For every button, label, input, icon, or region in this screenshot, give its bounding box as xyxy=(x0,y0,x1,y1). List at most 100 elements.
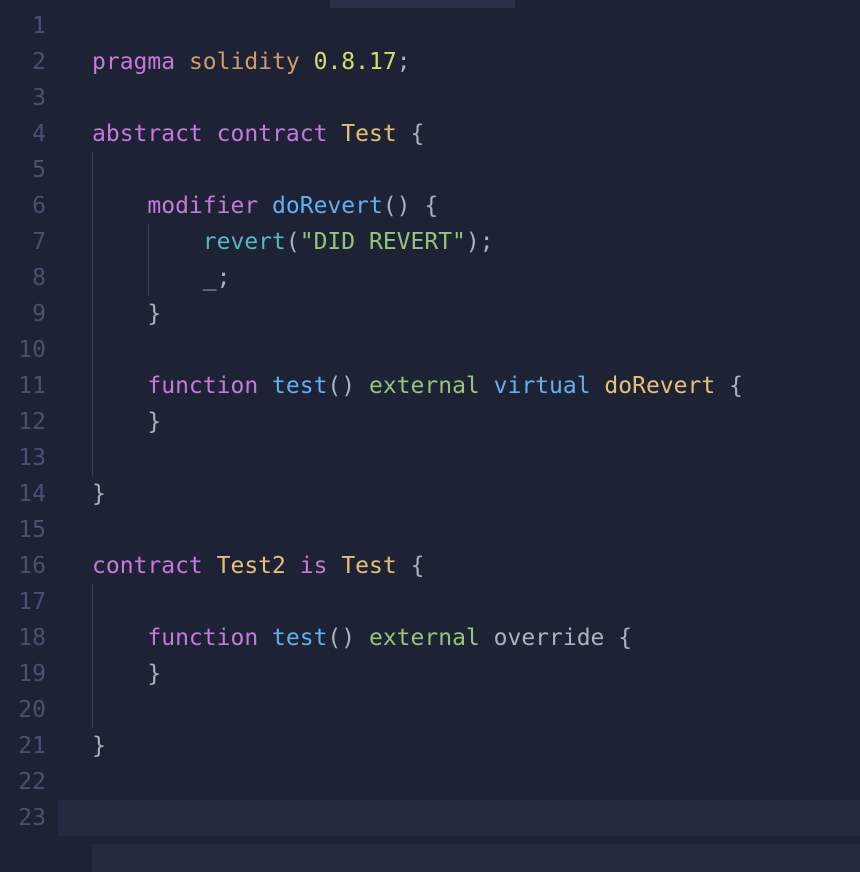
code-token[interactable]: } xyxy=(147,661,161,687)
code-token[interactable]: doRevert xyxy=(604,373,715,399)
code-token[interactable]: test xyxy=(272,373,327,399)
code-token[interactable] xyxy=(397,553,411,579)
code-token[interactable] xyxy=(397,121,411,147)
code-line[interactable] xyxy=(92,512,860,548)
code-token[interactable]: revert xyxy=(203,229,286,255)
line-number[interactable]: 21 xyxy=(0,728,46,764)
code-token[interactable] xyxy=(203,553,217,579)
line-number[interactable]: 9 xyxy=(0,296,46,332)
code-token[interactable] xyxy=(286,553,300,579)
line-number[interactable]: 8 xyxy=(0,260,46,296)
code-token[interactable] xyxy=(203,121,217,147)
code-line[interactable]: _; xyxy=(92,260,860,296)
line-number[interactable]: 17 xyxy=(0,584,46,620)
code-token[interactable] xyxy=(355,625,369,651)
code-line[interactable] xyxy=(92,440,860,476)
code-token[interactable]: } xyxy=(92,733,106,759)
code-token[interactable]: function xyxy=(147,373,258,399)
line-number[interactable]: 22 xyxy=(0,764,46,800)
line-number[interactable]: 11 xyxy=(0,368,46,404)
code-token[interactable]: { xyxy=(424,193,438,219)
code-token[interactable]: function xyxy=(147,625,258,651)
code-token[interactable]: external xyxy=(369,373,480,399)
code-token[interactable]: contract xyxy=(217,121,328,147)
code-line[interactable] xyxy=(92,764,860,800)
code-token[interactable] xyxy=(258,193,272,219)
line-number[interactable]: 6 xyxy=(0,188,46,224)
line-number[interactable]: 13 xyxy=(0,440,46,476)
code-token[interactable]: doRevert xyxy=(272,193,383,219)
code-line[interactable]: abstract contract Test { xyxy=(92,116,860,152)
line-number-gutter[interactable]: 1234567891011121314151617181920212223 xyxy=(0,8,58,836)
code-token[interactable]: contract xyxy=(92,553,203,579)
code-line[interactable] xyxy=(92,152,860,188)
code-token[interactable]: modifier xyxy=(147,193,258,219)
line-number[interactable]: 15 xyxy=(0,512,46,548)
code-token[interactable]: () xyxy=(327,625,355,651)
code-token[interactable]: ( xyxy=(286,229,300,255)
code-token[interactable] xyxy=(327,121,341,147)
code-line[interactable]: } xyxy=(92,404,860,440)
code-token[interactable] xyxy=(300,49,314,75)
line-number[interactable]: 20 xyxy=(0,692,46,728)
line-number[interactable]: 16 xyxy=(0,548,46,584)
line-number[interactable]: 10 xyxy=(0,332,46,368)
code-token[interactable]: virtual xyxy=(494,373,591,399)
code-line[interactable]: } xyxy=(92,656,860,692)
code-token[interactable] xyxy=(480,373,494,399)
code-line[interactable]: } xyxy=(92,296,860,332)
code-line[interactable]: function test() external virtual doRever… xyxy=(92,368,860,404)
code-token[interactable] xyxy=(355,373,369,399)
line-number[interactable]: 19 xyxy=(0,656,46,692)
code-line[interactable]: } xyxy=(92,476,860,512)
code-token[interactable]: { xyxy=(729,373,743,399)
line-number[interactable]: 2 xyxy=(0,44,46,80)
code-token[interactable]: { xyxy=(411,553,425,579)
code-editor[interactable]: 1234567891011121314151617181920212223 pr… xyxy=(0,0,860,836)
code-token[interactable]: is xyxy=(300,553,328,579)
code-line[interactable] xyxy=(92,800,860,836)
code-token[interactable]: _ xyxy=(203,265,217,291)
code-token[interactable]: ; xyxy=(217,265,231,291)
code-token[interactable] xyxy=(258,373,272,399)
code-line[interactable] xyxy=(92,692,860,728)
code-token[interactable]: 0.8.17 xyxy=(314,49,397,75)
code-token[interactable] xyxy=(411,193,425,219)
line-number[interactable]: 7 xyxy=(0,224,46,260)
code-line[interactable]: contract Test2 is Test { xyxy=(92,548,860,584)
code-token[interactable] xyxy=(604,625,618,651)
line-number[interactable]: 5 xyxy=(0,152,46,188)
code-token[interactable]: solidity xyxy=(189,49,300,75)
line-number[interactable]: 14 xyxy=(0,476,46,512)
code-token[interactable]: Test xyxy=(341,121,396,147)
code-token[interactable] xyxy=(175,49,189,75)
code-line[interactable] xyxy=(92,332,860,368)
code-line[interactable] xyxy=(92,80,860,116)
line-number[interactable]: 18 xyxy=(0,620,46,656)
code-token[interactable] xyxy=(480,625,494,651)
line-number[interactable]: 1 xyxy=(0,8,46,44)
code-token[interactable] xyxy=(327,553,341,579)
code-token[interactable]: pragma xyxy=(92,49,175,75)
code-token[interactable] xyxy=(258,625,272,651)
code-line[interactable]: function test() external override { xyxy=(92,620,860,656)
line-number[interactable]: 3 xyxy=(0,80,46,116)
code-line[interactable] xyxy=(92,8,860,44)
line-number[interactable]: 12 xyxy=(0,404,46,440)
code-token[interactable]: () xyxy=(383,193,411,219)
code-token[interactable]: } xyxy=(92,481,106,507)
code-line[interactable]: } xyxy=(92,728,860,764)
code-token[interactable]: Test2 xyxy=(217,553,286,579)
code-line[interactable]: revert("DID REVERT"); xyxy=(92,224,860,260)
code-token[interactable]: "DID REVERT" xyxy=(300,229,466,255)
code-token[interactable]: abstract xyxy=(92,121,203,147)
code-token[interactable]: } xyxy=(147,409,161,435)
code-token[interactable]: { xyxy=(618,625,632,651)
code-token[interactable]: ) xyxy=(466,229,480,255)
code-token[interactable] xyxy=(591,373,605,399)
code-area[interactable]: pragma solidity 0.8.17; abstract contract… xyxy=(58,8,860,836)
code-token[interactable]: Test xyxy=(341,553,396,579)
code-line[interactable]: modifier doRevert() { xyxy=(92,188,860,224)
code-token[interactable]: { xyxy=(411,121,425,147)
code-line[interactable] xyxy=(92,584,860,620)
